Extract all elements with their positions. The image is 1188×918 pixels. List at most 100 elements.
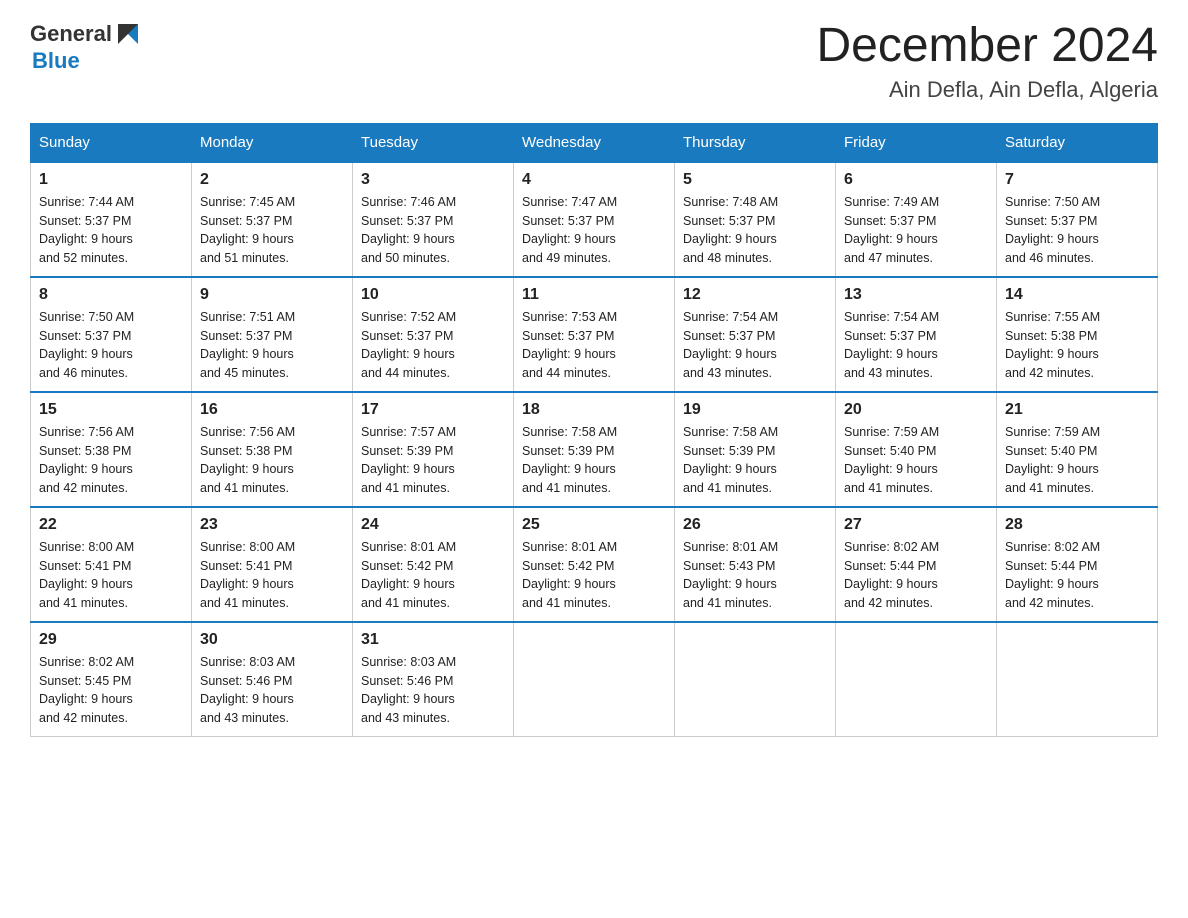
calendar-day-cell: 11 Sunrise: 7:53 AM Sunset: 5:37 PM Dayl… xyxy=(514,277,675,392)
day-number: 29 xyxy=(39,631,183,649)
sunrise-label: Sunrise: 7:49 AM xyxy=(844,195,939,209)
daylight-label: Daylight: 9 hours xyxy=(361,232,455,246)
day-number: 14 xyxy=(1005,286,1149,304)
daylight-minutes: and 44 minutes. xyxy=(522,366,611,380)
calendar-day-header: Friday xyxy=(836,123,997,162)
sunrise-label: Sunrise: 7:56 AM xyxy=(200,425,295,439)
day-info: Sunrise: 7:50 AM Sunset: 5:37 PM Dayligh… xyxy=(39,308,183,383)
daylight-label: Daylight: 9 hours xyxy=(683,347,777,361)
sunrise-label: Sunrise: 7:59 AM xyxy=(1005,425,1100,439)
sunset-label: Sunset: 5:39 PM xyxy=(683,444,775,458)
day-number: 27 xyxy=(844,516,988,534)
sunset-label: Sunset: 5:37 PM xyxy=(522,214,614,228)
sunset-label: Sunset: 5:37 PM xyxy=(1005,214,1097,228)
day-number: 17 xyxy=(361,401,505,419)
day-info: Sunrise: 7:58 AM Sunset: 5:39 PM Dayligh… xyxy=(522,423,666,498)
daylight-minutes: and 42 minutes. xyxy=(1005,596,1094,610)
calendar-day-cell: 7 Sunrise: 7:50 AM Sunset: 5:37 PM Dayli… xyxy=(997,162,1158,277)
daylight-label: Daylight: 9 hours xyxy=(200,692,294,706)
daylight-minutes: and 52 minutes. xyxy=(39,251,128,265)
day-info: Sunrise: 7:49 AM Sunset: 5:37 PM Dayligh… xyxy=(844,193,988,268)
day-number: 16 xyxy=(200,401,344,419)
day-info: Sunrise: 7:54 AM Sunset: 5:37 PM Dayligh… xyxy=(844,308,988,383)
calendar-day-cell: 19 Sunrise: 7:58 AM Sunset: 5:39 PM Dayl… xyxy=(675,392,836,507)
daylight-label: Daylight: 9 hours xyxy=(200,462,294,476)
day-info: Sunrise: 7:45 AM Sunset: 5:37 PM Dayligh… xyxy=(200,193,344,268)
day-number: 8 xyxy=(39,286,183,304)
page-header: General Blue December 2024 Ain Defla, Ai… xyxy=(30,20,1158,103)
calendar-day-cell xyxy=(836,622,997,737)
day-number: 7 xyxy=(1005,171,1149,189)
daylight-label: Daylight: 9 hours xyxy=(1005,232,1099,246)
day-info: Sunrise: 7:57 AM Sunset: 5:39 PM Dayligh… xyxy=(361,423,505,498)
daylight-label: Daylight: 9 hours xyxy=(1005,347,1099,361)
daylight-label: Daylight: 9 hours xyxy=(683,232,777,246)
sunset-label: Sunset: 5:43 PM xyxy=(683,559,775,573)
calendar-week-row: 1 Sunrise: 7:44 AM Sunset: 5:37 PM Dayli… xyxy=(31,162,1158,277)
daylight-minutes: and 46 minutes. xyxy=(1005,251,1094,265)
sunset-label: Sunset: 5:41 PM xyxy=(200,559,292,573)
daylight-minutes: and 42 minutes. xyxy=(39,481,128,495)
calendar-day-cell: 28 Sunrise: 8:02 AM Sunset: 5:44 PM Dayl… xyxy=(997,507,1158,622)
daylight-label: Daylight: 9 hours xyxy=(522,232,616,246)
calendar-week-row: 29 Sunrise: 8:02 AM Sunset: 5:45 PM Dayl… xyxy=(31,622,1158,737)
daylight-label: Daylight: 9 hours xyxy=(844,232,938,246)
sunset-label: Sunset: 5:38 PM xyxy=(200,444,292,458)
day-info: Sunrise: 7:50 AM Sunset: 5:37 PM Dayligh… xyxy=(1005,193,1149,268)
sunrise-label: Sunrise: 8:02 AM xyxy=(1005,540,1100,554)
calendar-day-cell: 15 Sunrise: 7:56 AM Sunset: 5:38 PM Dayl… xyxy=(31,392,192,507)
daylight-minutes: and 45 minutes. xyxy=(200,366,289,380)
calendar-day-header: Sunday xyxy=(31,123,192,162)
day-info: Sunrise: 7:55 AM Sunset: 5:38 PM Dayligh… xyxy=(1005,308,1149,383)
calendar-day-cell: 12 Sunrise: 7:54 AM Sunset: 5:37 PM Dayl… xyxy=(675,277,836,392)
calendar-day-cell: 27 Sunrise: 8:02 AM Sunset: 5:44 PM Dayl… xyxy=(836,507,997,622)
daylight-label: Daylight: 9 hours xyxy=(522,347,616,361)
daylight-label: Daylight: 9 hours xyxy=(844,577,938,591)
calendar-day-cell: 6 Sunrise: 7:49 AM Sunset: 5:37 PM Dayli… xyxy=(836,162,997,277)
day-number: 12 xyxy=(683,286,827,304)
sunset-label: Sunset: 5:38 PM xyxy=(39,444,131,458)
calendar-day-cell: 18 Sunrise: 7:58 AM Sunset: 5:39 PM Dayl… xyxy=(514,392,675,507)
day-info: Sunrise: 7:56 AM Sunset: 5:38 PM Dayligh… xyxy=(200,423,344,498)
daylight-minutes: and 42 minutes. xyxy=(1005,366,1094,380)
daylight-minutes: and 41 minutes. xyxy=(200,481,289,495)
daylight-minutes: and 41 minutes. xyxy=(361,481,450,495)
logo-blue: Blue xyxy=(32,48,142,74)
day-info: Sunrise: 7:48 AM Sunset: 5:37 PM Dayligh… xyxy=(683,193,827,268)
calendar-day-cell: 21 Sunrise: 7:59 AM Sunset: 5:40 PM Dayl… xyxy=(997,392,1158,507)
sunset-label: Sunset: 5:46 PM xyxy=(200,674,292,688)
day-number: 4 xyxy=(522,171,666,189)
calendar-week-row: 15 Sunrise: 7:56 AM Sunset: 5:38 PM Dayl… xyxy=(31,392,1158,507)
calendar-day-cell: 9 Sunrise: 7:51 AM Sunset: 5:37 PM Dayli… xyxy=(192,277,353,392)
logo: General Blue xyxy=(30,20,142,74)
daylight-minutes: and 41 minutes. xyxy=(1005,481,1094,495)
day-number: 18 xyxy=(522,401,666,419)
sunrise-label: Sunrise: 7:58 AM xyxy=(522,425,617,439)
sunset-label: Sunset: 5:37 PM xyxy=(844,214,936,228)
daylight-label: Daylight: 9 hours xyxy=(39,692,133,706)
sunrise-label: Sunrise: 7:52 AM xyxy=(361,310,456,324)
calendar-day-cell: 31 Sunrise: 8:03 AM Sunset: 5:46 PM Dayl… xyxy=(353,622,514,737)
calendar-day-cell: 2 Sunrise: 7:45 AM Sunset: 5:37 PM Dayli… xyxy=(192,162,353,277)
sunset-label: Sunset: 5:45 PM xyxy=(39,674,131,688)
sunrise-label: Sunrise: 7:57 AM xyxy=(361,425,456,439)
day-number: 1 xyxy=(39,171,183,189)
calendar-day-cell: 16 Sunrise: 7:56 AM Sunset: 5:38 PM Dayl… xyxy=(192,392,353,507)
page-subtitle: Ain Defla, Ain Defla, Algeria xyxy=(816,77,1158,103)
calendar-day-cell: 3 Sunrise: 7:46 AM Sunset: 5:37 PM Dayli… xyxy=(353,162,514,277)
daylight-minutes: and 46 minutes. xyxy=(39,366,128,380)
day-info: Sunrise: 7:56 AM Sunset: 5:38 PM Dayligh… xyxy=(39,423,183,498)
day-info: Sunrise: 7:59 AM Sunset: 5:40 PM Dayligh… xyxy=(1005,423,1149,498)
sunset-label: Sunset: 5:42 PM xyxy=(361,559,453,573)
day-number: 15 xyxy=(39,401,183,419)
daylight-label: Daylight: 9 hours xyxy=(522,577,616,591)
daylight-minutes: and 41 minutes. xyxy=(522,596,611,610)
calendar-day-cell: 4 Sunrise: 7:47 AM Sunset: 5:37 PM Dayli… xyxy=(514,162,675,277)
calendar-day-header: Saturday xyxy=(997,123,1158,162)
day-number: 9 xyxy=(200,286,344,304)
sunrise-label: Sunrise: 8:02 AM xyxy=(39,655,134,669)
sunrise-label: Sunrise: 7:48 AM xyxy=(683,195,778,209)
daylight-label: Daylight: 9 hours xyxy=(200,577,294,591)
calendar-day-header: Tuesday xyxy=(353,123,514,162)
title-block: December 2024 Ain Defla, Ain Defla, Alge… xyxy=(816,20,1158,103)
